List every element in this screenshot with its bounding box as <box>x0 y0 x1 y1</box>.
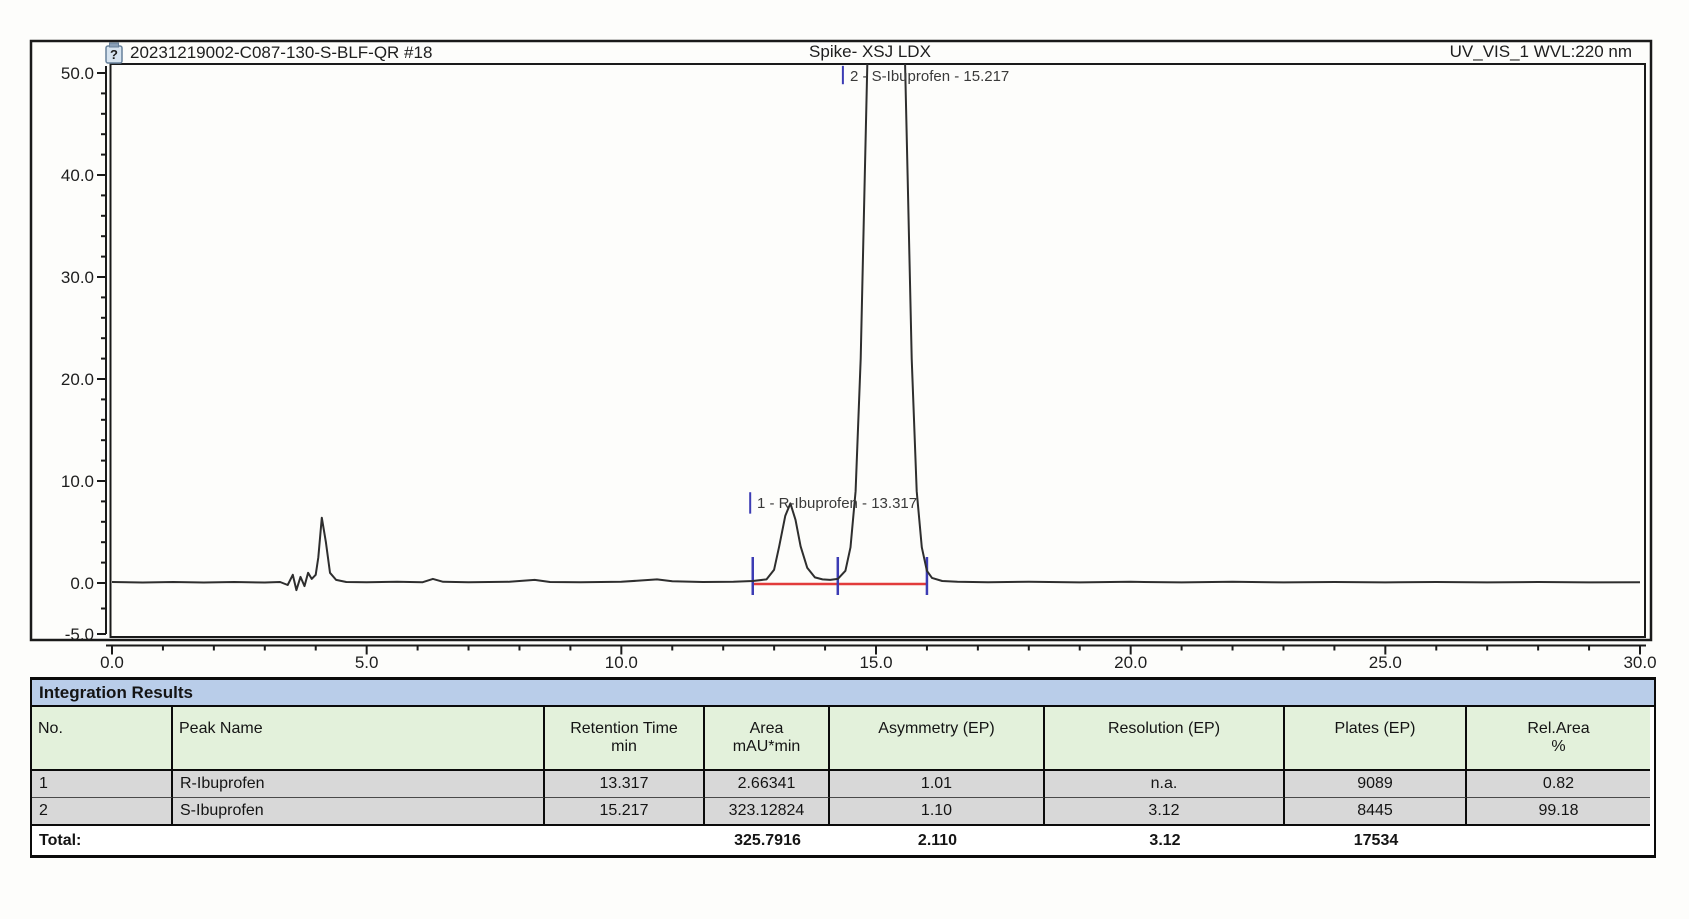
cell-resolution: 3.12 <box>1045 798 1285 826</box>
vial-question-icon: ? <box>106 43 122 63</box>
table-header-row: No. Peak Name Retention Timemin AreamAU*… <box>32 707 1654 771</box>
col-header-no: No. <box>32 707 173 771</box>
col-header-retention-time: Retention Timemin <box>545 707 705 771</box>
y-tick-label: 30.0 <box>61 268 94 287</box>
y-tick-label: 0.0 <box>70 574 94 593</box>
cell-rel-area: 0.82 <box>1467 771 1650 798</box>
y-tick-label: 40.0 <box>61 166 94 185</box>
col-header-peak-name: Peak Name <box>173 707 545 771</box>
y-tick-label: 50.0 <box>61 64 94 83</box>
x-tick-label: 10.0 <box>605 653 638 672</box>
x-tick-label: 30.0 <box>1623 653 1656 672</box>
cell-peak-name: R-Ibuprofen <box>173 771 545 798</box>
x-axis-ruler: 0.0 5.0 10.0 15.0 20.0 25.0 30.0 <box>100 646 1656 673</box>
total-spacer <box>173 826 545 855</box>
col-header-plates: Plates (EP) <box>1285 707 1467 771</box>
cell-rel-area: 99.18 <box>1467 798 1650 826</box>
total-area: 325.7916 <box>705 826 830 855</box>
x-tick-label: 15.0 <box>859 653 892 672</box>
injection-title: Spike- XSJ LDX <box>809 42 931 61</box>
total-rel-area <box>1467 826 1650 855</box>
cell-area: 2.66341 <box>705 771 830 798</box>
chromatogram-chart: ? 20231219002-C087-130-S-BLF-QR #18 Spik… <box>0 0 1689 676</box>
cell-retention-time: 13.317 <box>545 771 705 798</box>
cell-peak-name: S-Ibuprofen <box>173 798 545 826</box>
col-header-asymmetry: Asymmetry (EP) <box>830 707 1045 771</box>
total-plates: 17534 <box>1285 826 1467 855</box>
y-axis-ruler: 50.0 40.0 30.0 20.0 10.0 0.0 -5.0 <box>61 64 106 644</box>
table-title: Integration Results <box>32 680 1654 707</box>
detector-channel: UV_VIS_1 WVL:220 nm <box>1450 42 1632 61</box>
chart-outer-border <box>31 41 1651 640</box>
table-row: 2 S-Ibuprofen 15.217 323.12824 1.10 3.12… <box>32 798 1654 826</box>
cell-asymmetry: 1.01 <box>830 771 1045 798</box>
x-tick-label: 20.0 <box>1114 653 1147 672</box>
peak-label-2: 2 - S-Ibuprofen - 15.217 <box>850 68 1009 85</box>
col-header-rel-area: Rel.Area% <box>1467 707 1650 771</box>
cell-retention-time: 15.217 <box>545 798 705 826</box>
total-resolution: 3.12 <box>1045 826 1285 855</box>
table-row: 1 R-Ibuprofen 13.317 2.66341 1.01 n.a. 9… <box>32 771 1654 798</box>
x-tick-label: 0.0 <box>100 653 124 672</box>
x-tick-label: 5.0 <box>355 653 379 672</box>
total-label: Total: <box>32 826 173 855</box>
y-tick-label: 20.0 <box>61 370 94 389</box>
cell-no: 2 <box>32 798 173 826</box>
table-total-row: Total: 325.7916 2.110 3.12 17534 <box>32 826 1654 855</box>
x-tick-label: 25.0 <box>1369 653 1402 672</box>
cell-plates: 8445 <box>1285 798 1467 826</box>
col-header-resolution: Resolution (EP) <box>1045 707 1285 771</box>
total-asymmetry: 2.110 <box>830 826 1045 855</box>
total-retention-time <box>545 826 705 855</box>
sample-id: 20231219002-C087-130-S-BLF-QR #18 <box>130 43 432 62</box>
cell-asymmetry: 1.10 <box>830 798 1045 826</box>
vial-icon-glyph: ? <box>110 47 118 62</box>
cell-plates: 9089 <box>1285 771 1467 798</box>
integration-baseline <box>750 66 927 595</box>
cell-no: 1 <box>32 771 173 798</box>
peak-label-1: 1 - R-Ibuprofen - 13.317 <box>757 495 917 512</box>
chromatogram-report: ? 20231219002-C087-130-S-BLF-QR #18 Spik… <box>0 0 1689 919</box>
col-header-area: AreamAU*min <box>705 707 830 771</box>
cell-area: 323.12824 <box>705 798 830 826</box>
y-tick-label: -5.0 <box>65 625 94 644</box>
plot-area-border <box>111 64 1646 637</box>
y-tick-label: 10.0 <box>61 472 94 491</box>
cell-resolution: n.a. <box>1045 771 1285 798</box>
integration-results-table: Integration Results No. Peak Name Retent… <box>30 677 1656 858</box>
